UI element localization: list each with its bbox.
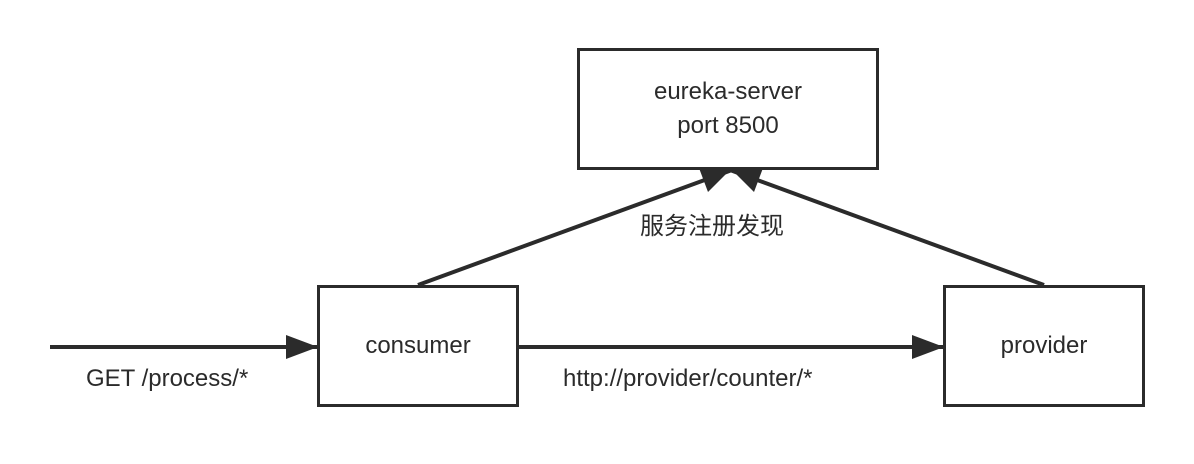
- incoming-request-label: GET /process/*: [86, 365, 249, 392]
- provider-label: provider: [1000, 332, 1088, 359]
- eureka-server-name: eureka-server: [653, 78, 803, 105]
- provider-node: provider: [943, 285, 1145, 407]
- eureka-server-node: eureka-server port 8500: [577, 48, 879, 170]
- incoming-arrowhead: [286, 335, 318, 359]
- provider-call-arrowhead: [912, 335, 944, 359]
- consumer-node: consumer: [317, 285, 519, 407]
- provider-call-label: http://provider/counter/*: [563, 365, 813, 392]
- consumer-label: consumer: [365, 332, 471, 359]
- provider-registration-arrowhead: [730, 168, 763, 192]
- eureka-server-port: port 8500: [677, 112, 779, 139]
- consumer-registration-arrowhead: [699, 168, 732, 192]
- registration-label: 服务注册发现: [640, 213, 784, 240]
